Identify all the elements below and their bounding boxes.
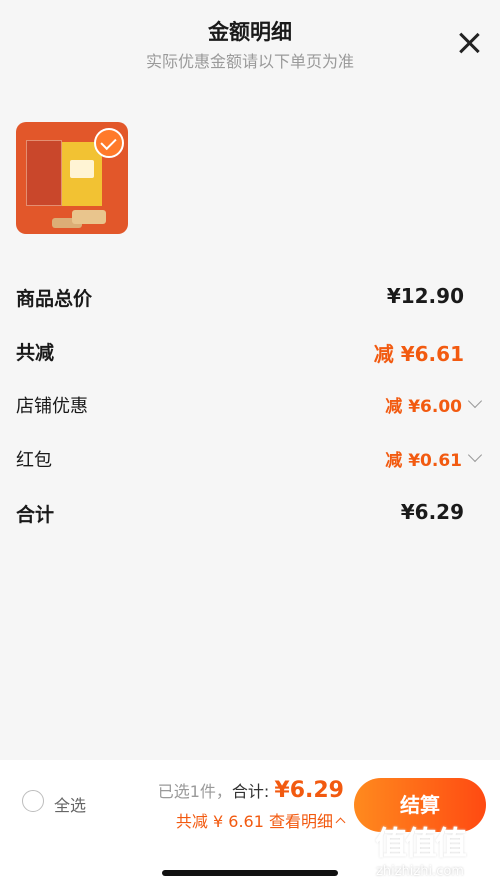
shop-discount-value: 减 ¥6.00	[385, 397, 462, 417]
row-red-packet[interactable]: 红包 减 ¥0.61	[16, 446, 484, 476]
close-icon[interactable]	[456, 30, 482, 56]
total-reduce-label: 共减	[16, 342, 55, 364]
red-packet-value: 减 ¥0.61	[385, 451, 462, 471]
product-thumbnail[interactable]	[16, 122, 128, 234]
sheet-title: 金额明细	[208, 20, 292, 44]
row-goods-total: 商品总价 ¥12.90	[16, 284, 484, 314]
row-sum: 合计 ¥6.29	[16, 500, 484, 530]
watermark: 值值值 zhizhizhi.com	[350, 818, 490, 879]
goods-total-value: ¥12.90	[386, 284, 464, 308]
checkout-bar: 全选 已选1件，合计: ¥6.29 共减 ¥ 6.61 查看明细 结算 值值值 …	[0, 760, 500, 886]
footer-total-amount: ¥6.29	[274, 778, 344, 803]
view-detail-link[interactable]: 共减 ¥ 6.61 查看明细	[175, 808, 346, 832]
total-reduce-value: 减 ¥6.61	[373, 342, 464, 366]
sum-label: 合计	[16, 504, 55, 526]
selected-count: 已选1件，	[157, 782, 232, 801]
home-indicator[interactable]	[162, 870, 338, 876]
chevron-down-icon[interactable]	[467, 447, 483, 463]
chevron-down-icon[interactable]	[467, 393, 483, 409]
row-total-reduce: 共减 减 ¥6.61	[16, 338, 484, 368]
biscuit-shape	[72, 210, 106, 224]
watermark-logo: 值值值	[374, 824, 467, 862]
select-all-radio[interactable]	[22, 790, 44, 812]
select-all-label[interactable]: 全选	[54, 792, 86, 816]
footer-total-label: 合计:	[231, 782, 270, 801]
sum-value: ¥6.29	[400, 500, 464, 524]
watermark-text: zhizhizhi.com	[376, 864, 464, 879]
amount-detail-sheet: 金额明细 实际优惠金额请以下单页为准 商品总价 ¥12.90 共减 减 ¥6.6…	[0, 0, 500, 760]
shop-discount-label: 店铺优惠	[16, 396, 88, 417]
red-packet-label: 红包	[16, 450, 52, 471]
selected-summary: 已选1件，合计: ¥6.29	[158, 778, 344, 803]
chevron-up-icon	[335, 817, 346, 828]
product-box-red	[26, 140, 62, 206]
goods-total-label: 商品总价	[16, 288, 93, 310]
reduce-detail-text: 共减 ¥ 6.61 查看明细	[175, 812, 333, 831]
checked-icon[interactable]	[94, 128, 124, 158]
sheet-subtitle: 实际优惠金额请以下单页为准	[145, 52, 354, 71]
row-shop-discount[interactable]: 店铺优惠 减 ¥6.00	[16, 392, 484, 422]
